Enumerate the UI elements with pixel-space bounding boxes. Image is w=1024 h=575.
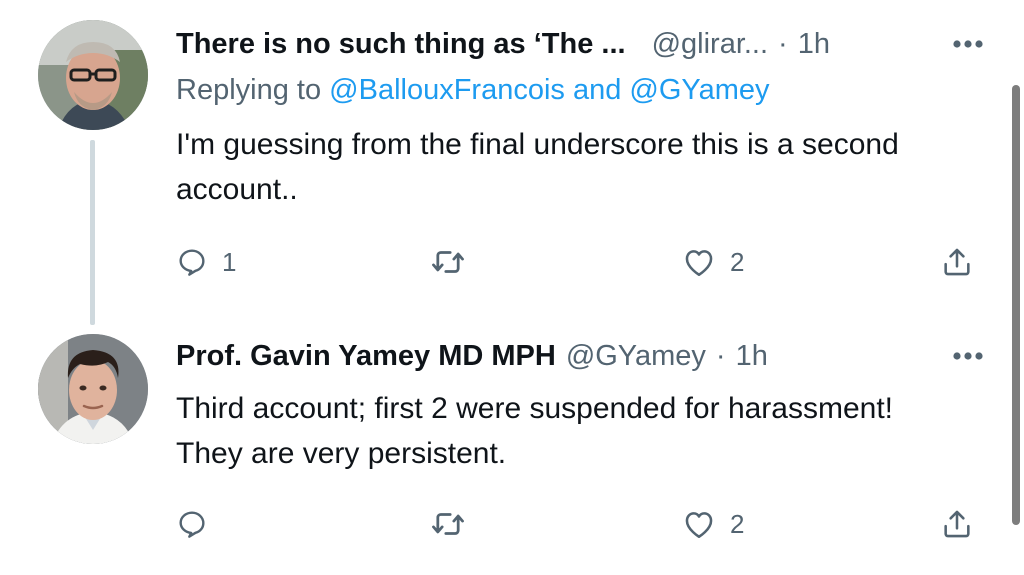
tweet[interactable]: There is no such thing as ‘The ... @glir… — [0, 0, 1024, 330]
reply-to-mention[interactable]: @GYamey — [629, 74, 769, 106]
share-icon — [944, 510, 970, 538]
tweet-text: Third account; first 2 were suspended fo… — [176, 386, 996, 476]
scrollbar[interactable] — [1012, 85, 1020, 525]
like-button[interactable]: 2 — [682, 234, 744, 290]
replying-to: Replying to @BallouxFrancois and @GYamey — [176, 74, 770, 107]
tweet-header: Prof. Gavin Yamey MD MPH @GYamey · 1h — [176, 334, 984, 378]
share-button[interactable] — [940, 496, 974, 552]
display-name[interactable]: Prof. Gavin Yamey MD MPH — [176, 340, 556, 373]
separator-dot: · — [778, 27, 788, 60]
display-name[interactable]: There is no such thing as ‘The ... — [176, 28, 626, 61]
user-handle[interactable]: @glirar... — [652, 28, 768, 61]
tweet-text-line: I'm guessing from the final underscore t… — [176, 128, 899, 161]
like-count: 2 — [730, 508, 745, 539]
timestamp[interactable]: 1h — [736, 340, 768, 373]
retweet-icon — [432, 513, 464, 535]
reply-button[interactable]: 1 — [176, 234, 236, 290]
tweet-text-line: They are very persistent. — [176, 437, 507, 470]
reply-count: 1 — [222, 246, 237, 277]
tweet-actions: 2 — [160, 496, 1000, 552]
like-button[interactable]: 2 — [682, 496, 744, 552]
reply-icon — [179, 511, 205, 538]
share-button[interactable] — [940, 234, 974, 290]
avatar[interactable] — [38, 20, 148, 130]
replying-to-and: and — [564, 74, 630, 106]
retweet-icon — [432, 251, 464, 273]
replying-to-label: Replying to — [176, 74, 330, 106]
reply-to-mention[interactable]: @BallouxFrancois — [329, 74, 565, 106]
separator-dot: · — [715, 339, 726, 372]
like-count: 2 — [730, 246, 745, 277]
thread-connector-line — [90, 140, 95, 325]
retweet-button[interactable] — [430, 496, 480, 552]
more-horizontal-icon[interactable] — [944, 24, 984, 64]
tweet-actions: 1 2 — [160, 234, 1000, 290]
more-horizontal-icon[interactable] — [944, 336, 984, 376]
avatar[interactable] — [38, 334, 148, 444]
tweet-header: There is no such thing as ‘The ... @glir… — [176, 22, 984, 66]
tweet-text: I'm guessing from the final underscore t… — [176, 122, 996, 212]
retweet-button[interactable] — [430, 234, 480, 290]
heart-icon — [685, 512, 713, 539]
tweet-text-line: Third account; first 2 were suspended fo… — [176, 392, 894, 425]
share-icon — [944, 248, 970, 276]
reply-button[interactable] — [176, 496, 222, 552]
tweet-text-line: account.. — [176, 173, 298, 206]
timestamp[interactable]: 1h — [798, 28, 830, 61]
reply-icon — [179, 249, 205, 276]
user-handle[interactable]: @GYamey — [566, 340, 706, 373]
heart-icon — [685, 250, 713, 277]
